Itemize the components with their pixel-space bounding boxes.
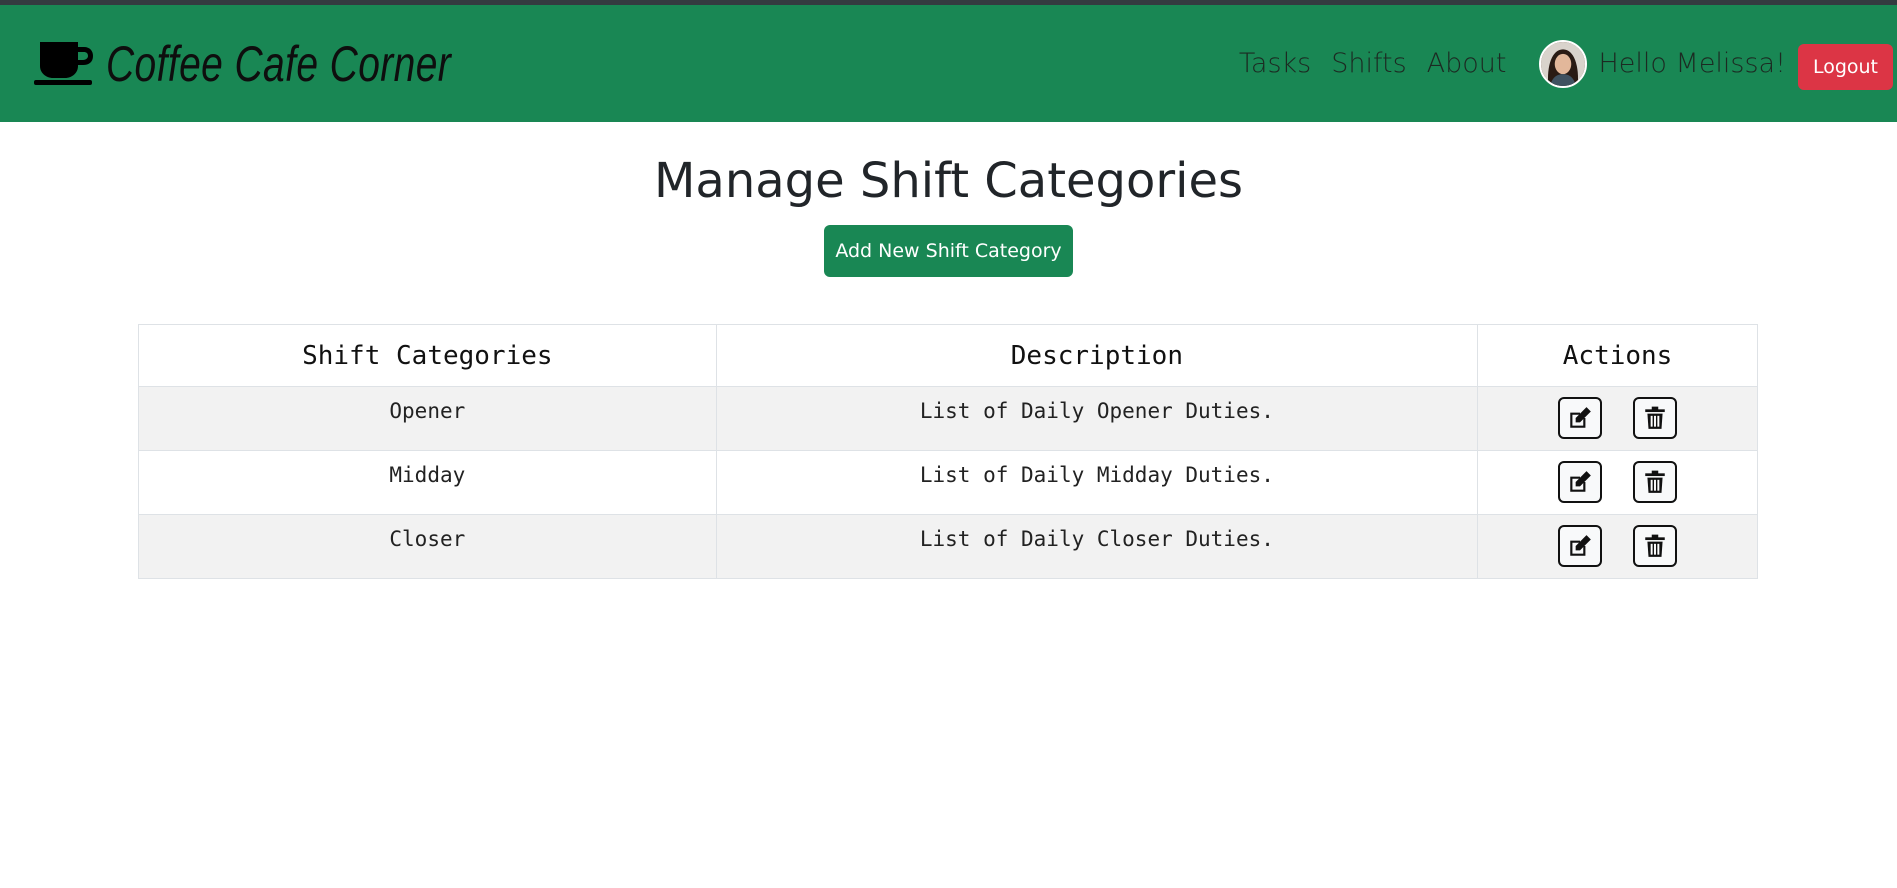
trash-icon (1645, 534, 1665, 557)
column-header-description: Description (715, 324, 1479, 387)
description-cell: List of Daily Opener Duties. (715, 386, 1479, 451)
table-row: Opener List of Daily Opener Duties. (138, 386, 1758, 451)
trash-icon (1645, 406, 1665, 429)
greeting: Hello Melissa! (1598, 48, 1786, 79)
description-cell: List of Daily Closer Duties. (715, 514, 1479, 579)
delete-button[interactable] (1632, 397, 1677, 439)
table-row: Closer List of Daily Closer Duties. (138, 514, 1758, 579)
table-row: Midday List of Daily Midday Duties. (138, 450, 1758, 515)
brand-title: Coffee Cafe Corner (106, 35, 452, 92)
avatar[interactable] (1538, 39, 1587, 88)
nav-link-shifts[interactable]: Shifts (1331, 48, 1406, 79)
navbar: Coffee Cafe Corner Tasks Shifts About He… (0, 5, 1897, 122)
table-header-row: Shift Categories Description Actions (138, 324, 1758, 387)
trash-icon (1645, 470, 1665, 493)
brand[interactable]: Coffee Cafe Corner (34, 35, 549, 93)
edit-button[interactable] (1558, 397, 1603, 439)
nav-link-tasks[interactable]: Tasks (1239, 48, 1311, 79)
column-header-shift-categories: Shift Categories (138, 324, 717, 387)
delete-button[interactable] (1632, 461, 1677, 503)
add-button-wrap: Add New Shift Category (0, 225, 1897, 278)
edit-icon (1570, 535, 1592, 556)
logout-button[interactable]: Logout (1797, 43, 1893, 90)
delete-button[interactable] (1632, 525, 1677, 567)
actions-cell (1477, 386, 1758, 451)
edit-button[interactable] (1558, 461, 1603, 503)
coffee-cup-icon (34, 38, 96, 90)
shift-categories-table: Shift Categories Description Actions Ope… (138, 324, 1758, 579)
page-title: Manage Shift Categories (653, 153, 1243, 209)
add-shift-category-button[interactable]: Add New Shift Category (824, 225, 1073, 278)
actions-cell (1477, 450, 1758, 515)
edit-icon (1570, 407, 1592, 428)
edit-icon (1570, 471, 1592, 492)
category-cell: Midday (138, 450, 717, 515)
nav-link-about[interactable]: About (1427, 48, 1507, 79)
category-cell: Closer (138, 514, 717, 579)
description-cell: List of Daily Midday Duties. (715, 450, 1479, 515)
edit-button[interactable] (1558, 525, 1603, 567)
actions-cell (1477, 514, 1758, 579)
column-header-actions: Actions (1477, 324, 1758, 387)
category-cell: Opener (138, 386, 717, 451)
nav-right: Tasks Shifts About Hello Melissa! Logout (1239, 5, 1893, 122)
